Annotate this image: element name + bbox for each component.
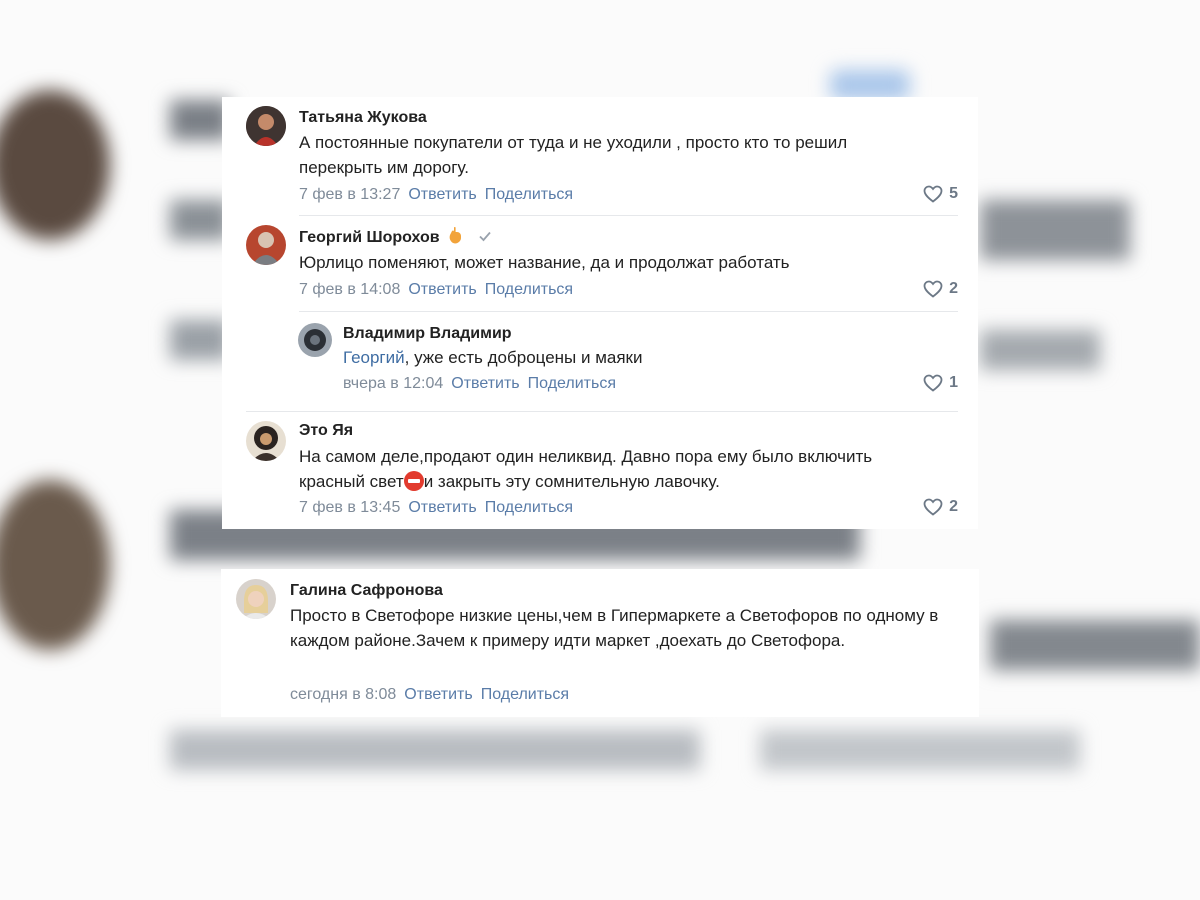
heart-icon [923,185,943,203]
reply-button[interactable]: Ответить [451,375,519,392]
comment-item: Это Яя На самом деле,продают один неликв… [222,411,978,529]
reply-item: Владимир Владимир Георгий, уже есть добр… [222,311,978,409]
like-button[interactable]: 2 [923,280,958,298]
comment-author[interactable]: Владимир Владимир [343,325,512,343]
mention-link[interactable]: Георгий [343,348,405,367]
avatar-image [246,106,286,146]
like-count: 2 [949,498,958,515]
comment-text: На самом деле,продают один неликвид. Дав… [299,444,949,494]
comment-meta: 7 фев в 13:27 Ответить Поделиться [299,186,573,204]
heart-icon [923,498,943,516]
reply-button[interactable]: Ответить [408,499,476,516]
comment-meta: 7 фев в 14:08 Ответить Поделиться [299,281,573,299]
comment-item: Галина Сафронова Просто в Светофоре низк… [221,569,979,717]
comment-meta: сегодня в 8:08 Ответить Поделиться [290,686,569,704]
text-segment: и закрыть эту сомнительную лавочку. [423,472,720,491]
avatar[interactable] [246,421,286,461]
comment-author[interactable]: Татьяна Жукова [299,109,427,127]
comment-date[interactable]: сегодня в 8:08 [290,686,396,703]
comment-item: Татьяна Жукова А постоянные покупатели о… [222,97,978,217]
avatar[interactable] [298,323,332,357]
heart-icon [923,374,943,392]
like-count: 1 [949,374,958,391]
reply-button[interactable]: Ответить [408,281,476,298]
text-line: На самом деле,продают один неликвид. Дав… [299,447,873,466]
like-count: 5 [949,185,958,202]
share-button[interactable]: Поделиться [485,281,573,298]
reply-button[interactable]: Ответить [408,186,476,203]
comment-meta: вчера в 12:04 Ответить Поделиться [343,375,616,393]
avatar[interactable] [236,579,276,619]
comment-date[interactable]: 7 фев в 13:27 [299,186,400,203]
comment-item: Георгий Шорохов Юрлицо поменяют, может н… [222,215,978,311]
comment-author[interactable]: Георгий Шорохов [299,226,492,247]
share-button[interactable]: Поделиться [481,686,569,703]
heart-icon [923,280,943,298]
share-button[interactable]: Поделиться [485,499,573,516]
like-button[interactable]: 5 [923,185,958,203]
like-count: 2 [949,280,958,297]
comment-meta: 7 фев в 13:45 Ответить Поделиться [299,499,573,517]
comment-author[interactable]: Это Яя [299,422,353,440]
avatar[interactable] [246,106,286,146]
text-segment: красный свет [299,472,404,491]
avatar-image [246,225,286,265]
reply-button[interactable]: Ответить [404,686,472,703]
checkmark-icon [478,231,491,242]
avatar-image [236,579,276,619]
comment-date[interactable]: 7 фев в 14:08 [299,281,400,298]
comment-text: Просто в Светофоре низкие цены,чем в Гип… [290,606,939,650]
avatar[interactable] [246,225,286,265]
like-button[interactable]: 2 [923,498,958,516]
comment-text: Георгий, уже есть доброцены и маяки [343,345,903,370]
avatar-image [246,421,286,461]
like-button[interactable]: 1 [923,374,958,392]
hand-emoji-icon [449,227,461,244]
avatar-image [298,323,332,357]
comment-text: Юрлицо поменяют, может название, да и пр… [299,253,790,272]
author-name: Георгий Шорохов [299,229,440,246]
reply-text: , уже есть доброцены и маяки [404,348,643,367]
share-button[interactable]: Поделиться [485,186,573,203]
comments-card: Татьяна Жукова А постоянные покупатели о… [222,97,978,529]
comment-author[interactable]: Галина Сафронова [290,582,443,600]
comment-text: А постоянные покупатели от туда и не ухо… [299,133,848,177]
comment-card: Галина Сафронова Просто в Светофоре низк… [221,569,979,717]
share-button[interactable]: Поделиться [528,375,616,392]
comment-date[interactable]: 7 фев в 13:45 [299,499,400,516]
comment-date[interactable]: вчера в 12:04 [343,375,443,392]
stop-sign-emoji-icon [403,471,424,491]
